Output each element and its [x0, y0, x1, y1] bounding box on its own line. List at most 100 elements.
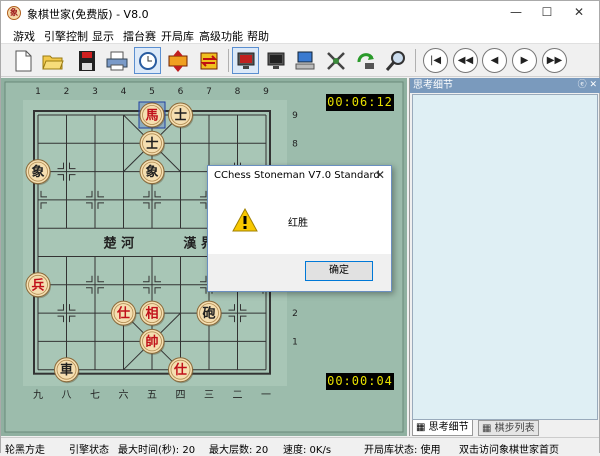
- bottom-file-number: 八: [62, 390, 72, 401]
- piece-label: 仕: [173, 362, 187, 378]
- tab-thinking-details[interactable]: ▦ 思考细节: [412, 420, 473, 436]
- thinking-details-content: [412, 94, 598, 420]
- menu-arena[interactable]: 擂台赛: [123, 28, 156, 44]
- menu-game[interactable]: 游戏: [13, 28, 35, 44]
- dialog-close-button[interactable]: ✕: [375, 168, 385, 182]
- red-monitor-icon[interactable]: [232, 47, 259, 74]
- bottom-file-number: 四: [176, 390, 186, 401]
- piece-label: 象: [145, 164, 158, 180]
- top-file-number: 7: [206, 87, 212, 97]
- top-file-number: 5: [149, 87, 155, 97]
- new-document-icon[interactable]: [9, 47, 36, 74]
- crossed-swords-icon[interactable]: [322, 47, 349, 74]
- top-file-number: 6: [178, 87, 184, 97]
- flip-board-icon[interactable]: [164, 47, 191, 74]
- piece-label: 士: [174, 108, 187, 124]
- piece-label: 砲: [201, 306, 215, 322]
- top-timer: 00:06:12: [326, 94, 394, 111]
- tab-move-list[interactable]: ▦ 棋步列表: [478, 420, 539, 436]
- swap-sides-icon[interactable]: [195, 47, 222, 74]
- save-disk-icon[interactable]: [73, 47, 100, 74]
- bottom-file-number: 六: [119, 389, 129, 401]
- bottom-file-number: 七: [90, 389, 100, 401]
- open-folder-icon[interactable]: [39, 47, 66, 74]
- piece-label: 象: [31, 164, 44, 180]
- status-max-depth: 最大层数: 20: [209, 445, 269, 456]
- status-engine: 引擎状态: [69, 445, 109, 456]
- rank-number: 2: [292, 309, 298, 319]
- dialog-title: CChess Stoneman V7.0 Standard: [214, 170, 380, 181]
- bottom-timer: 00:00:04: [326, 373, 394, 390]
- maximize-button[interactable]: ☐: [532, 1, 562, 25]
- toolbar-separator: [228, 49, 229, 72]
- menu-display[interactable]: 显示: [92, 28, 114, 44]
- panel-pin-close-icon[interactable]: ⓔ ✕: [578, 78, 597, 93]
- title-bar: 象 象棋世家(免费版) - V8.0 — ☐ ✕: [1, 1, 599, 25]
- top-file-number: 9: [263, 87, 269, 97]
- thinking-panel: 思考细节 ⓔ ✕ ▦ 思考细节 ▦ 棋步列表: [409, 78, 600, 436]
- main-window: 象 象棋世家(免费版) - V8.0 — ☐ ✕ 游戏 引擎控制 显示 擂台赛 …: [0, 0, 600, 456]
- next-move-button[interactable]: ▶: [512, 48, 537, 73]
- menu-bar: 游戏 引擎控制 显示 擂台赛 开局库 高级功能 帮助: [1, 25, 599, 44]
- recycle-arrow-icon[interactable]: [352, 47, 379, 74]
- dialog-message: 红胜: [288, 218, 308, 229]
- piece-label: 仕: [116, 306, 130, 322]
- bottom-file-number: 二: [233, 390, 243, 401]
- piece-label: 相: [145, 306, 158, 322]
- top-file-number: 2: [64, 87, 70, 97]
- rank-number: 1: [292, 337, 298, 347]
- magnifier-icon[interactable]: [382, 47, 409, 74]
- bottom-file-number: 三: [204, 390, 214, 401]
- previous-fast-button[interactable]: ◀◀: [453, 48, 478, 73]
- piece-label: 兵: [31, 277, 44, 293]
- panel-header: 思考细节 ⓔ ✕: [410, 78, 600, 93]
- status-homepage-link[interactable]: 双击访问象棋世家首页: [459, 441, 559, 456]
- black-monitor-icon[interactable]: [262, 47, 289, 74]
- close-button[interactable]: ✕: [564, 1, 594, 25]
- tab-icon: ▦: [416, 422, 426, 433]
- piece-label: 車: [60, 362, 73, 378]
- panel-title: 思考细节: [413, 80, 453, 91]
- dialog-footer: 确定: [208, 254, 391, 291]
- ok-button[interactable]: 确定: [305, 261, 373, 281]
- toolbar-separator: [415, 49, 416, 72]
- window-title: 象棋世家(免费版) - V8.0: [27, 8, 149, 21]
- piece-label: 馬: [145, 109, 158, 124]
- result-dialog: CChess Stoneman V7.0 Standard ✕ 红胜 确定: [207, 165, 392, 292]
- status-opening-book: 开局库状态: 使用: [364, 445, 441, 456]
- menu-help[interactable]: 帮助: [247, 28, 269, 44]
- top-file-number: 8: [235, 87, 241, 97]
- tab-icon: ▦: [482, 423, 492, 434]
- river-label-left: 楚 河: [104, 235, 135, 251]
- menu-advanced[interactable]: 高级功能: [199, 28, 243, 44]
- app-logo-icon: 象: [7, 6, 21, 20]
- top-file-number: 1: [35, 87, 41, 97]
- computer-network-icon[interactable]: [292, 47, 319, 74]
- tab-label: 棋步列表: [494, 423, 535, 434]
- bottom-file-number: 一: [261, 390, 271, 401]
- tab-label: 思考细节: [428, 422, 469, 433]
- piece-label: 帥: [145, 334, 158, 350]
- minimize-button[interactable]: —: [501, 1, 531, 25]
- rank-number: 9: [292, 111, 298, 121]
- first-move-button[interactable]: |◀: [423, 48, 448, 73]
- status-turn: 轮黑方走: [5, 445, 45, 456]
- top-file-number: 4: [121, 87, 127, 97]
- bottom-file-number: 九: [33, 389, 43, 401]
- piece-label: 士: [145, 136, 158, 152]
- status-speed: 速度: 0K/s: [283, 445, 332, 456]
- status-bar: 轮黑方走 引擎状态 最大时间(秒): 20 最大层数: 20 速度: 0K/s …: [1, 437, 599, 456]
- panel-tabs: ▦ 思考细节 ▦ 棋步列表: [412, 420, 598, 436]
- menu-opening-book[interactable]: 开局库: [161, 28, 194, 44]
- menu-engine-control[interactable]: 引擎控制: [44, 28, 88, 44]
- previous-move-button[interactable]: ◀: [482, 48, 507, 73]
- next-fast-button[interactable]: ▶▶: [542, 48, 567, 73]
- clock-icon[interactable]: [134, 47, 161, 74]
- bottom-file-number: 五: [147, 390, 157, 401]
- top-file-number: 3: [92, 87, 98, 97]
- rank-number: 8: [292, 139, 298, 149]
- warning-icon: [232, 207, 258, 235]
- toolbar: |◀ ◀◀ ◀ ▶ ▶▶: [1, 44, 599, 77]
- status-max-time: 最大时间(秒): 20: [118, 445, 196, 456]
- print-icon[interactable]: [103, 47, 130, 74]
